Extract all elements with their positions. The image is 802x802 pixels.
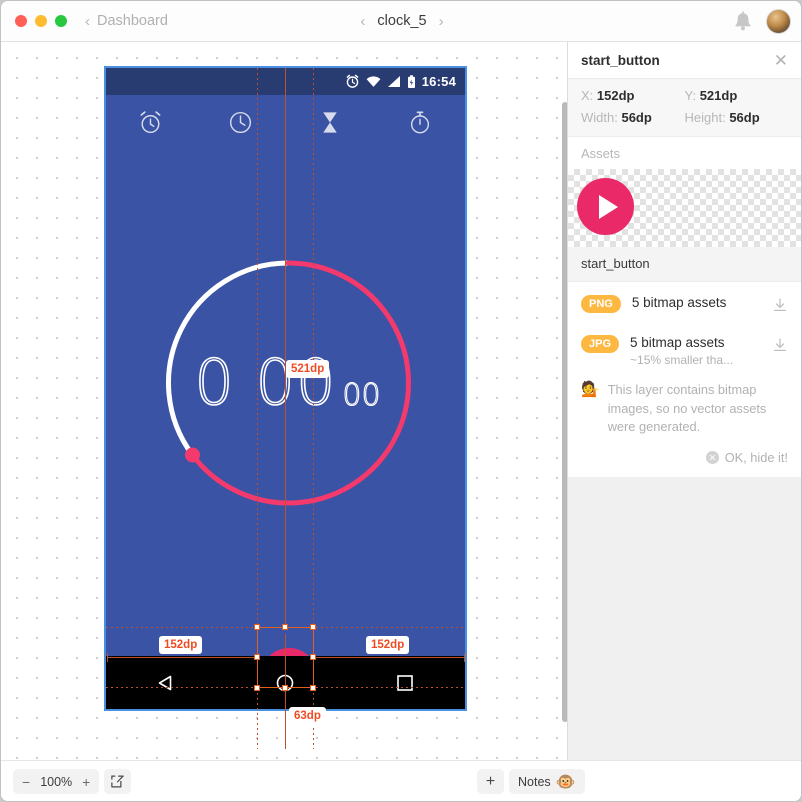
x-value: 152dp [596,88,635,103]
png-asset-count: 5 bitmap assets [631,295,727,310]
person-emoji: 💁 [581,381,600,398]
title-bar: ‹ Dashboard ‹ clock_5 › [1,1,801,42]
asset-list: PNG 5 bitmap assets JPG 5 bitmap assets … [568,282,801,377]
asset-preview-button [577,178,634,235]
timer-readout: 0 00 00 [106,258,469,508]
x-label: X: [581,88,594,103]
asset-preview [568,169,801,247]
jpg-format-badge[interactable]: JPG [581,335,620,353]
bitmap-notice: 💁 This layer contains bitmap images, so … [568,377,801,448]
jpg-asset-text: 5 bitmap assets ~15% smaller tha... [630,334,772,367]
add-button[interactable]: + [477,769,504,794]
download-icon[interactable] [772,337,788,358]
position-row: X: 152dp Y: 521dp [581,88,788,103]
bottom-toolbar: − 100% + + Notes 🐵 [1,760,801,801]
notes-button[interactable]: Notes 🐵 [509,769,585,794]
height-value: 56dp [729,110,760,125]
height-property: Height: 56dp [685,110,789,125]
next-screen-icon[interactable]: › [439,14,444,29]
prev-screen-icon[interactable]: ‹ [360,14,365,29]
status-time: 16:54 [421,74,456,89]
status-alarm-icon [345,74,360,89]
recents-icon[interactable] [375,672,435,694]
panel-header: start_button ✕ [568,42,801,79]
document-navigator: ‹ clock_5 › [1,13,801,29]
avatar[interactable] [766,9,791,34]
home-icon[interactable] [255,672,315,694]
download-icon[interactable] [772,297,788,318]
height-label: Height: [684,110,726,125]
inspector-panel: start_button ✕ X: 152dp Y: 521dp Width: … [567,42,801,801]
hide-notice-label[interactable]: OK, hide it! [725,450,788,465]
jpg-asset-count: 5 bitmap assets [630,335,725,350]
status-signal-icon [387,75,401,88]
asset-row-jpg[interactable]: JPG 5 bitmap assets ~15% smaller tha... [568,326,801,375]
asset-layer-name: start_button [568,247,801,282]
play-icon [598,194,618,219]
zoom-controls: − 100% + [13,769,100,794]
jpg-asset-note: ~15% smaller tha... [630,353,734,367]
png-asset-text: 5 bitmap assets [632,294,772,312]
expand-icon[interactable] [104,769,131,794]
timer-main-digits: 0 00 [194,346,337,419]
android-nav-bar [106,656,465,709]
app-window: ‹ Dashboard ‹ clock_5 › 16:54 0 00 00 15… [0,0,802,802]
monkey-emoji: 🐵 [555,773,576,791]
x-property: X: 152dp [581,88,685,103]
timer-centiseconds: 00 [342,378,381,413]
titlebar-actions [732,9,791,34]
y-label: Y: [684,88,697,103]
alarm-tab-icon[interactable] [106,109,196,136]
clock-tab-icon[interactable] [196,109,286,136]
dismiss-circle-icon[interactable] [705,450,719,464]
artboard-clock-5[interactable]: 16:54 0 00 00 [104,66,467,711]
png-format-badge[interactable]: PNG [581,295,621,313]
zoom-in-button[interactable]: + [82,775,90,789]
bitmap-notice-text: This layer contains bitmap images, so no… [607,382,767,435]
stopwatch-tab-icon[interactable] [375,109,465,136]
panel-title: start_button [581,52,660,68]
width-label: Width: [581,110,618,125]
hide-notice-row[interactable]: OK, hide it! [568,447,801,477]
close-icon[interactable]: ✕ [774,52,788,69]
size-row: Width: 56dp Height: 56dp [581,110,788,125]
back-icon[interactable] [136,672,196,694]
layer-properties: X: 152dp Y: 521dp Width: 56dp Height: 56… [568,79,801,137]
width-property: Width: 56dp [581,110,685,125]
assets-section-label: Assets [568,137,801,169]
hourglass-tab-icon[interactable] [286,109,376,136]
status-battery-icon [407,74,416,89]
y-value: 521dp [699,88,738,103]
zoom-out-button[interactable]: − [22,775,30,789]
document-title[interactable]: clock_5 [377,13,426,29]
asset-row-png[interactable]: PNG 5 bitmap assets [568,286,801,326]
status-wifi-icon [366,75,381,88]
clock-tab-bar [106,95,465,149]
android-status-bar: 16:54 [106,68,465,95]
notes-label[interactable]: Notes [518,775,551,789]
zoom-level: 100% [40,774,73,789]
bell-icon[interactable] [732,10,754,34]
y-property: Y: 521dp [685,88,789,103]
width-value: 56dp [621,110,652,125]
panel-empty-space [568,476,801,801]
design-canvas[interactable]: 16:54 0 00 00 152dp 152dp 521dp 63dp [1,42,569,762]
